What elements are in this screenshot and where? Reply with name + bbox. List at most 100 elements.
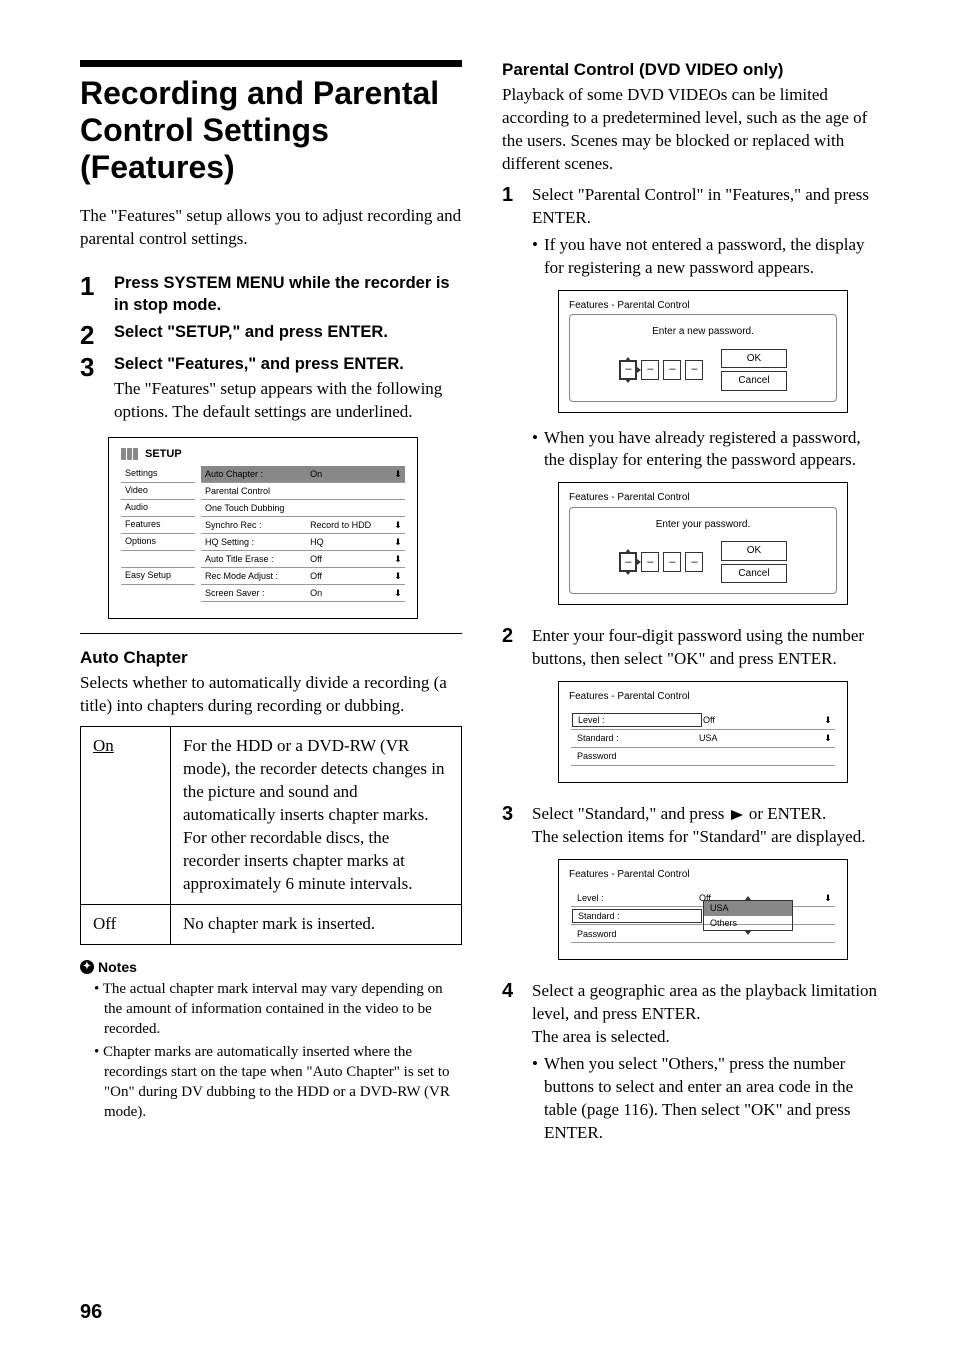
sidebar-item: Features [121,517,195,534]
pc-step-4: 4 Select a geographic area as the playba… [502,980,884,1145]
sidebar-item [121,551,195,568]
setup-title: SETUP [145,448,182,460]
page-title: Recording and Parental Control Settings … [80,75,462,185]
sidebar-item: Video [121,483,195,500]
step-description: The area is selected. [532,1026,884,1049]
dropdown-option: Others [704,916,792,930]
right-arrow-icon [731,810,743,820]
step-number: 4 [502,980,520,1145]
option-desc: No chapter mark is inserted. [171,904,462,944]
step-text: Select "Standard," and press or ENTER. [532,803,884,826]
sidebar-item: Easy Setup [121,568,195,585]
bullet-icon: • [532,427,538,473]
bullet-icon: • [532,1053,538,1145]
table-row: Off No chapter mark is inserted. [81,904,462,944]
setup-row: Screen Saver :On⬇ [201,585,405,602]
dropdown-option: USA [704,901,792,915]
digit-input: – [641,360,659,380]
dialog-message: Enter your password. [580,518,826,532]
bullet-text: When you have already registered a passw… [544,427,884,473]
menu-row: Standard :USA⬇ [571,730,835,748]
menu-row: Level :Off⬇ [571,712,835,730]
note-item: The actual chapter mark interval may var… [94,979,462,1040]
notes-icon: ✦ [80,960,94,974]
table-row: On For the HDD or a DVD-RW (VR mode), th… [81,727,462,905]
step-description: The selection items for "Standard" are d… [532,826,884,849]
bullet-text: When you select "Others," press the numb… [544,1053,884,1145]
option-name: On [81,727,171,905]
password-digits: – – – – [619,360,703,380]
step-heading: Select "Features," and press ENTER. [114,354,462,375]
bullet-text: If you have not entered a password, the … [544,234,884,280]
digit-input: – [619,360,637,380]
divider [80,633,462,634]
auto-chapter-desc: Selects whether to automatically divide … [80,672,462,718]
sidebar-item: Options [121,534,195,551]
setup-row: Auto Title Erase :Off⬇ [201,551,405,568]
setup-icon [121,448,139,460]
standard-dropdown: USA Others [703,900,793,930]
note-item: Chapter marks are automatically inserted… [94,1042,462,1123]
step-heading: Select "SETUP," and press ENTER. [114,322,462,343]
step-1: 1 Press SYSTEM MENU while the recorder i… [80,273,462,316]
enter-password-dialog: Features - Parental Control Enter your p… [558,482,848,605]
setup-options: Auto Chapter :On⬇ Parental Control One T… [201,466,405,602]
dialog-title: Features - Parental Control [569,868,837,882]
sidebar-item: Audio [121,500,195,517]
digit-input: – [619,552,637,572]
setup-screenshot: SETUP Settings Video Audio Features Opti… [108,437,418,619]
setup-row: Parental Control [201,483,405,500]
page-number: 96 [80,1301,102,1324]
parental-control-intro: Playback of some DVD VIDEOs can be limit… [502,84,884,176]
option-name: Off [81,904,171,944]
digit-input: – [685,360,703,380]
cancel-button: Cancel [721,371,786,391]
step-description: The "Features" setup appears with the fo… [114,378,462,424]
auto-chapter-heading: Auto Chapter [80,648,462,668]
step-number: 3 [80,354,102,423]
option-desc: For the HDD or a DVD-RW (VR mode), the r… [171,727,462,905]
digit-input: – [663,360,681,380]
step-heading: Press SYSTEM MENU while the recorder is … [114,273,462,316]
step-number: 3 [502,803,520,974]
digit-input: – [685,552,703,572]
bullet-icon: • [532,234,538,280]
password-digits: – – – – [619,552,703,572]
pc-menu-dialog: Features - Parental Control Level :Off⬇ … [558,681,848,783]
dialog-title: Features - Parental Control [569,690,837,704]
notes-list: The actual chapter mark interval may var… [80,979,462,1123]
cancel-button: Cancel [721,564,786,584]
pc-standard-dialog: Features - Parental Control Level :Off⬇ … [558,859,848,961]
step-3: 3 Select "Features," and press ENTER. Th… [80,354,462,423]
step-number: 2 [502,625,520,796]
sidebar-item: Settings [121,466,195,483]
step-number: 1 [80,273,102,316]
step-text: Select "Parental Control" in "Features,"… [532,184,884,230]
auto-chapter-options-table: On For the HDD or a DVD-RW (VR mode), th… [80,726,462,945]
intro-text: The "Features" setup allows you to adjus… [80,205,462,251]
parental-control-heading: Parental Control (DVD VIDEO only) [502,60,884,80]
pc-step-3: 3 Select "Standard," and press or ENTER.… [502,803,884,974]
setup-sidebar: Settings Video Audio Features Options Ea… [121,466,195,602]
pc-step-1: 1 Select "Parental Control" in "Features… [502,184,884,620]
setup-row: Rec Mode Adjust :Off⬇ [201,568,405,585]
step-number: 2 [80,322,102,348]
setup-row: One Touch Dubbing [201,500,405,517]
ok-button: OK [721,541,786,561]
heading-rule [80,60,462,67]
step-text: Select a geographic area as the playback… [532,980,884,1026]
setup-row: Auto Chapter :On⬇ [201,466,405,483]
dialog-title: Features - Parental Control [569,491,837,505]
setup-row: Synchro Rec :Record to HDD⬇ [201,517,405,534]
pc-step-2: 2 Enter your four-digit password using t… [502,625,884,796]
step-number: 1 [502,184,520,620]
step-text: Enter your four-digit password using the… [532,625,884,671]
digit-input: – [663,552,681,572]
dialog-message: Enter a new password. [580,325,826,339]
notes-heading: ✦ Notes [80,959,462,975]
new-password-dialog: Features - Parental Control Enter a new … [558,290,848,413]
menu-row: Standard : USA Others [571,907,835,925]
dialog-title: Features - Parental Control [569,299,837,313]
setup-row: HQ Setting :HQ⬇ [201,534,405,551]
menu-row: Password [571,748,835,766]
